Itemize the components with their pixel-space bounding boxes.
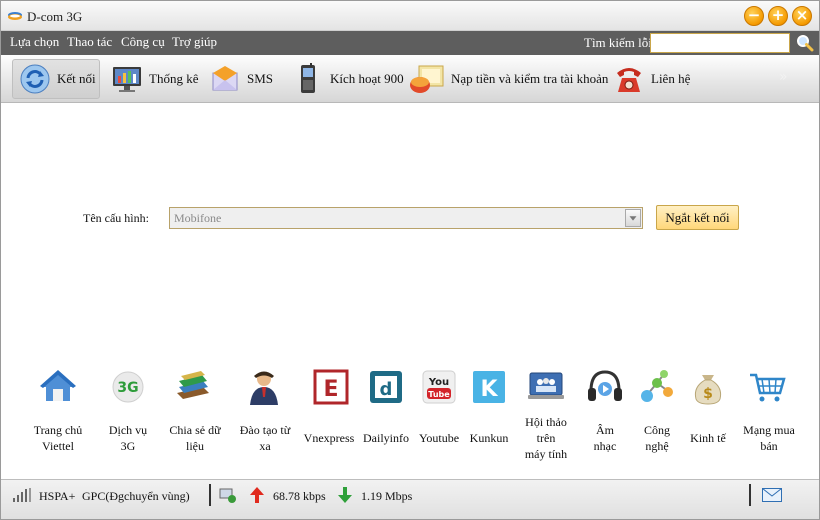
- search-label: Tìm kiếm lỗi: [584, 35, 652, 50]
- headphones-icon: [588, 370, 622, 401]
- download-arrow-icon: [338, 487, 352, 503]
- app-title: D-com 3G: [27, 9, 83, 24]
- config-select[interactable]: Mobifone: [169, 207, 643, 229]
- books-icon: [177, 371, 209, 399]
- svg-text:E: E: [323, 377, 338, 402]
- shortcut-label-distance-learning: Đào tạo từ xa: [239, 423, 291, 453]
- config-name-label: Tên cấu hình:: [83, 211, 149, 225]
- shortcut-label-dailyinfo: Dailyinfo: [363, 431, 409, 445]
- shortcut-label-marketplace: Mạng mua bán: [743, 423, 795, 453]
- shopping-cart-icon: [750, 373, 786, 402]
- video-conference-icon: [528, 372, 564, 399]
- vnexpress-icon: E: [313, 369, 349, 405]
- toolbar-activate-900-label: Kích hoạt 900: [330, 71, 404, 86]
- config-select-value: Mobifone: [174, 211, 222, 225]
- toolbar-topup[interactable]: Nạp tiền và kiểm tra tài khoản: [409, 59, 608, 99]
- shortcut-label-music: Âm nhạc: [593, 423, 617, 453]
- home-icon: [40, 370, 76, 401]
- search-input[interactable]: [650, 33, 790, 53]
- youtube-icon: You Tube: [422, 370, 456, 404]
- toolbar-connect[interactable]: Kết nối: [12, 59, 100, 99]
- svg-text:$: $: [703, 386, 713, 402]
- svg-text:You: You: [428, 377, 449, 388]
- status-divider: [209, 484, 211, 506]
- search-icon[interactable]: [796, 34, 814, 52]
- toolbar-statistics-label: Thống kê: [149, 71, 199, 86]
- toolbar-statistics[interactable]: Thống kê: [111, 59, 198, 99]
- menu-tools[interactable]: Công cụ: [121, 34, 165, 50]
- app-window: D-com 3G − + × Lựa chọn Thao tác Công cụ…: [0, 0, 820, 520]
- disconnect-button[interactable]: Ngắt kết nối: [656, 205, 739, 230]
- person-icon: [250, 371, 278, 405]
- chevron-down-icon[interactable]: [625, 209, 641, 227]
- shortcut-label-economy: Kinh tế: [690, 431, 726, 445]
- topup-card-icon: [410, 65, 444, 93]
- operator-name: GPC(Đgchuyển vùng): [82, 489, 190, 503]
- close-button[interactable]: ×: [792, 6, 812, 26]
- shortcut-label-3g-service: Dịch vụ 3G: [108, 423, 148, 453]
- dailyinfo-icon: d: [370, 371, 402, 403]
- toolbar-contact-label: Liên hệ: [651, 71, 691, 86]
- 3g-icon: 3G: [112, 371, 144, 403]
- svg-text:d: d: [380, 379, 393, 400]
- toolbar-contact[interactable]: Liên hệ: [613, 59, 690, 99]
- shortcut-label-video-conference: Hội thảo trên máy tính: [524, 415, 568, 461]
- status-divider-right: [749, 484, 751, 506]
- envelope-icon: [212, 66, 238, 91]
- telephone-icon: [617, 68, 641, 92]
- toolbar-connect-label: Kết nối: [57, 71, 96, 86]
- mail-icon[interactable]: [762, 488, 782, 502]
- upload-speed: 68.78 kbps: [273, 489, 326, 503]
- signal-bars-icon: [13, 488, 31, 502]
- menu-actions[interactable]: Thao tác: [67, 34, 112, 50]
- refresh-connect-icon: [20, 64, 50, 94]
- main-toolbar: Kết nối Thống kê SMS Kích hoạt 900 Nạp t…: [1, 55, 819, 103]
- menu-help[interactable]: Trợ giúp: [172, 34, 217, 50]
- shortcut-label-viettel-home: Trang chủ Viettel: [33, 423, 83, 453]
- minimize-button[interactable]: −: [744, 6, 764, 26]
- statistics-monitor-icon: [113, 67, 141, 92]
- toolbar-more-button[interactable]: »: [779, 69, 788, 85]
- status-bar: HSPA+ GPC(Đgchuyển vùng) 68.78 kbps 1.19…: [1, 479, 819, 519]
- app-logo-icon: [8, 12, 22, 20]
- shortcut-label-share-data: Chia sẻ dữ liệu: [169, 423, 221, 453]
- svg-text:Tube: Tube: [428, 390, 450, 399]
- molecule-icon: [641, 370, 673, 402]
- kunkun-icon: K: [473, 371, 505, 403]
- money-bag-icon: $: [694, 375, 722, 405]
- download-speed: 1.19 Mbps: [361, 489, 413, 503]
- toolbar-topup-label: Nạp tiền và kiểm tra tài khoản: [451, 71, 609, 86]
- toolbar-activate-900[interactable]: Kích hoạt 900: [292, 59, 404, 99]
- network-adapter-icon: [219, 488, 236, 503]
- network-type: HSPA+: [39, 489, 76, 503]
- maximize-button[interactable]: +: [768, 6, 788, 26]
- toolbar-sms[interactable]: SMS: [209, 59, 273, 99]
- shortcut-label-kunkun: Kunkun: [469, 431, 509, 445]
- mobile-phone-icon: [301, 63, 315, 93]
- title-bar[interactable]: D-com 3G − + ×: [1, 1, 819, 31]
- upload-arrow-icon: [250, 487, 264, 503]
- shortcut-label-technology: Công nghệ: [643, 423, 670, 453]
- menu-bar: Lựa chọn Thao tác Công cụ Trợ giúp Tìm k…: [1, 31, 819, 55]
- svg-text:K: K: [480, 377, 498, 402]
- svg-text:3G: 3G: [117, 380, 138, 396]
- toolbar-sms-label: SMS: [247, 71, 274, 86]
- shortcut-label-vnexpress: Vnexpress: [303, 431, 355, 445]
- menu-options[interactable]: Lựa chọn: [10, 34, 59, 50]
- shortcut-label-youtube: Youtube: [418, 431, 460, 445]
